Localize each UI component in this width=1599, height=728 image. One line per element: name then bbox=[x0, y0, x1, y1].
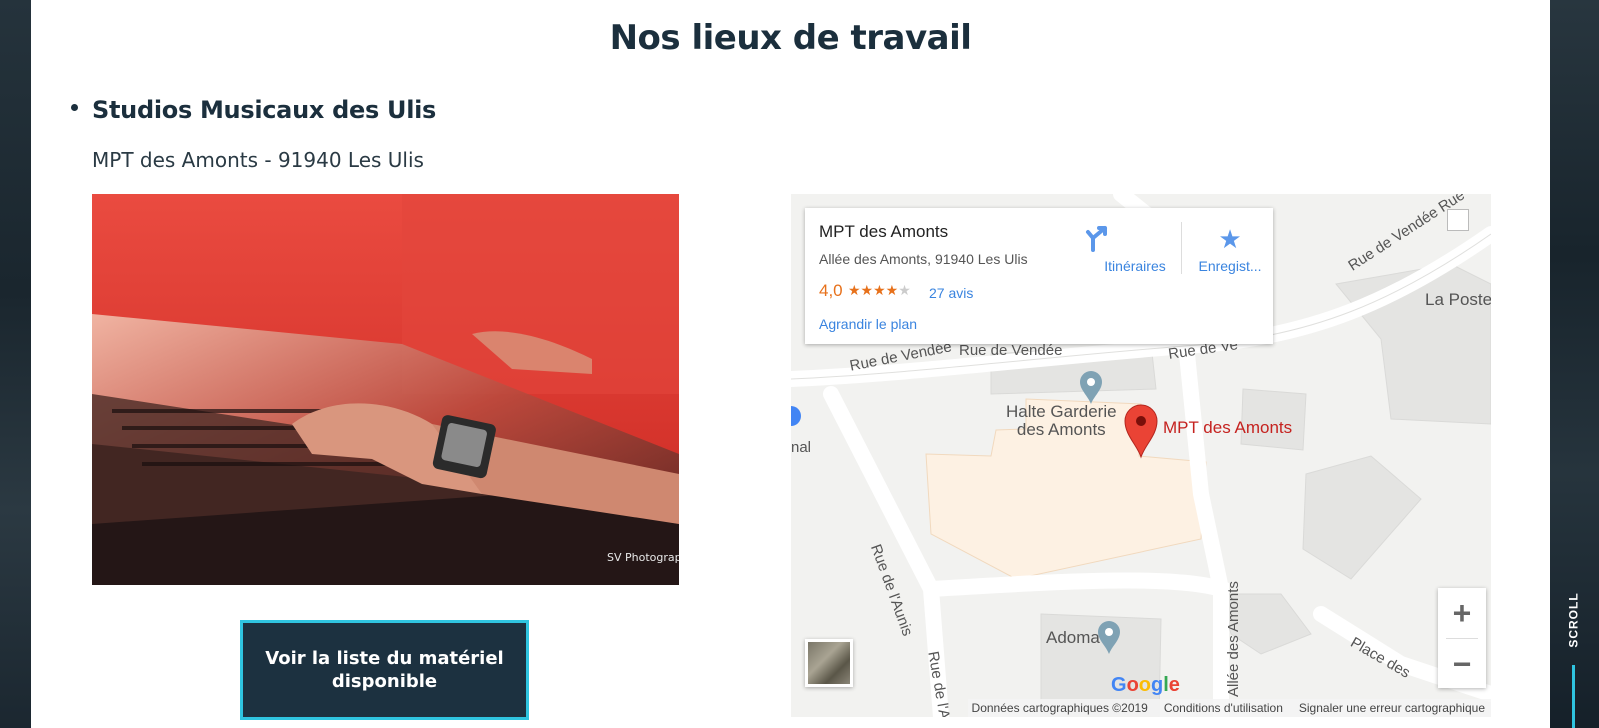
photo-watermark: SV Photography bbox=[607, 551, 679, 564]
terms-link[interactable]: Conditions d'utilisation bbox=[1164, 701, 1283, 715]
map-label-la-poste[interactable]: La Poste bbox=[1425, 290, 1491, 310]
map-label-adoma[interactable]: Adoma bbox=[1046, 628, 1100, 648]
scroll-indicator-label[interactable]: SCROLL bbox=[1552, 585, 1596, 655]
fullscreen-icon[interactable] bbox=[1447, 209, 1469, 231]
star-empty-icon: ★ bbox=[898, 282, 911, 298]
background-left-strip bbox=[0, 0, 31, 728]
directions-button[interactable]: Itinéraires bbox=[1085, 222, 1185, 274]
zoom-in-button[interactable]: + bbox=[1438, 588, 1486, 638]
zoom-out-button[interactable]: − bbox=[1438, 639, 1486, 689]
reviews-link[interactable]: 27 avis bbox=[929, 285, 973, 301]
place-address: Allée des Amonts, 91940 Les Ulis bbox=[819, 251, 1028, 267]
map-label-halte-line2: des Amonts bbox=[1016, 420, 1106, 439]
studio-photo: SV Photography bbox=[92, 194, 679, 585]
venue-title: Studios Musicaux des Ulis bbox=[92, 96, 437, 124]
directions-label: Itinéraires bbox=[1104, 258, 1166, 274]
content-panel: Nos lieux de travail Studios Musicaux de… bbox=[31, 0, 1550, 728]
studio-photo-illustration: SV Photography bbox=[92, 194, 679, 585]
report-error-link[interactable]: Signaler une erreur cartographique bbox=[1299, 701, 1485, 715]
map-attribution: Données cartographiques ©2019 Conditions… bbox=[967, 699, 1491, 717]
save-label: Enregist... bbox=[1198, 258, 1262, 274]
card-divider bbox=[1181, 222, 1182, 274]
page-title: Nos lieux de travail bbox=[609, 18, 972, 58]
equipment-list-button[interactable]: Voir la liste du matériel disponible bbox=[240, 620, 529, 720]
place-rating: 4,0 bbox=[819, 281, 843, 300]
map-label-mpt[interactable]: MPT des Amonts bbox=[1163, 418, 1292, 438]
map-label-edge: nal bbox=[791, 439, 812, 456]
edge-poi-marker[interactable] bbox=[791, 406, 801, 426]
scroll-indicator-bar[interactable] bbox=[1572, 665, 1575, 728]
enlarge-map-link[interactable]: Agrandir le plan bbox=[819, 316, 917, 332]
map-label-street-amonts: Allée des Amonts bbox=[1225, 581, 1242, 697]
directions-icon bbox=[1085, 222, 1185, 256]
venue-address: MPT des Amonts - 91940 Les Ulis bbox=[92, 148, 424, 172]
map-label-halte-garderie[interactable]: Halte Garderie des Amonts bbox=[1006, 403, 1117, 439]
map-label-halte-line1: Halte Garderie bbox=[1006, 402, 1117, 421]
satellite-view-toggle[interactable] bbox=[805, 639, 853, 687]
save-button[interactable]: ★ Enregist... bbox=[1187, 222, 1273, 274]
satellite-thumbnail bbox=[808, 642, 850, 684]
list-bullet bbox=[71, 104, 78, 111]
rating-stars: ★★★★★ bbox=[848, 282, 911, 299]
place-info-card: MPT des Amonts Allée des Amonts, 91940 L… bbox=[805, 208, 1273, 344]
star-save-icon: ★ bbox=[1218, 224, 1242, 254]
scroll-label-text: SCROLL bbox=[1567, 592, 1581, 648]
embedded-map[interactable]: Rue de Vendée Rue de Vendée Rue de Ve Ru… bbox=[791, 194, 1491, 717]
star-icon: ★★★★ bbox=[848, 282, 899, 298]
zoom-control: + − bbox=[1438, 588, 1486, 688]
place-name: MPT des Amonts bbox=[819, 222, 949, 241]
map-label-street-vendee-2: Rue de Vendée bbox=[959, 342, 1063, 359]
map-data-credit: Données cartographiques ©2019 bbox=[971, 701, 1148, 715]
google-logo: Google bbox=[1111, 674, 1180, 696]
poi-marker-halte[interactable] bbox=[1080, 371, 1102, 404]
